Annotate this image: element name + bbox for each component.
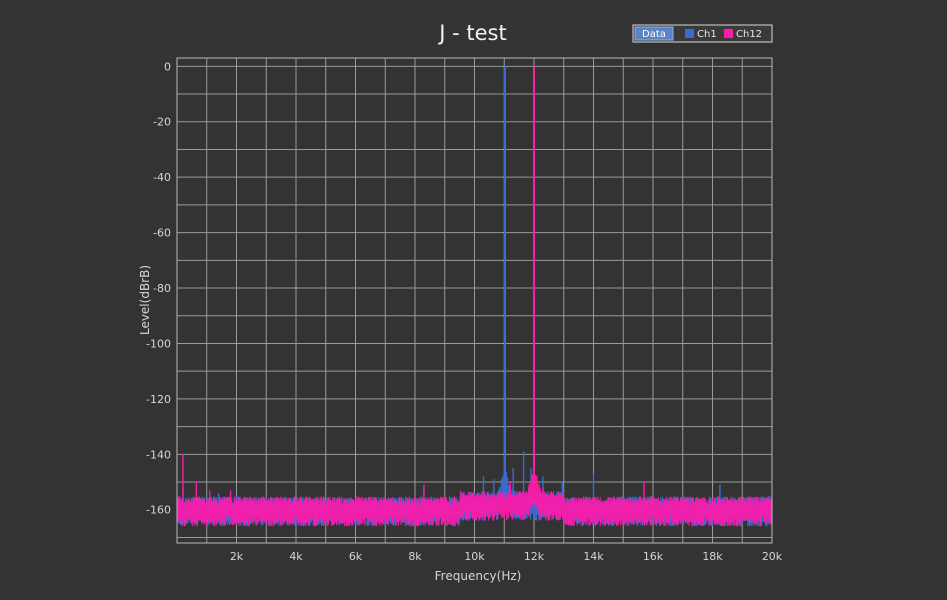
x-tick-label: 2k xyxy=(230,550,244,563)
legend-ch1-swatch xyxy=(685,29,694,38)
x-tick-label: 10k xyxy=(464,550,485,563)
legend-data-button-label: Data xyxy=(642,29,666,40)
y-tick-label: -20 xyxy=(153,116,171,129)
y-tick-label: -160 xyxy=(146,504,171,517)
y-tick-label: 0 xyxy=(164,60,171,73)
grid xyxy=(177,58,772,543)
y-tick-label: -140 xyxy=(146,448,171,461)
chart-title: J - test xyxy=(437,21,506,45)
y-tick-label: -100 xyxy=(146,337,171,350)
x-tick-label: 14k xyxy=(583,550,604,563)
legend-ch12-swatch xyxy=(724,29,733,38)
x-axis-ticks: 2k 4k 6k 8k 10k 12k 14k 16k 18k 20k xyxy=(230,550,783,563)
x-tick-label: 8k xyxy=(408,550,422,563)
y-tick-label: -60 xyxy=(153,227,171,240)
x-tick-label: 6k xyxy=(349,550,363,563)
x-axis-label: Frequency(Hz) xyxy=(435,569,522,583)
x-tick-label: 16k xyxy=(643,550,664,563)
x-tick-label: 12k xyxy=(524,550,545,563)
legend-ch12-label[interactable]: Ch12 xyxy=(736,29,762,40)
chart-container: J - test Data Ch1 Ch12 2k 4k 6k 8k 10k 12k 14k… xyxy=(0,0,947,600)
x-tick-label: 18k xyxy=(702,550,723,563)
y-tick-label: -120 xyxy=(146,393,171,406)
y-axis-label: Level(dBrB) xyxy=(138,265,152,335)
spectrum-chart: J - test Data Ch1 Ch12 2k 4k 6k 8k 10k 12k 14k… xyxy=(138,21,783,583)
x-tick-label: 4k xyxy=(289,550,303,563)
y-tick-label: -80 xyxy=(153,282,171,295)
legend-ch1-label[interactable]: Ch1 xyxy=(697,29,717,40)
x-tick-label: 20k xyxy=(762,550,783,563)
legend[interactable]: Data Ch1 Ch12 xyxy=(632,24,773,43)
y-tick-label: -40 xyxy=(153,171,171,184)
